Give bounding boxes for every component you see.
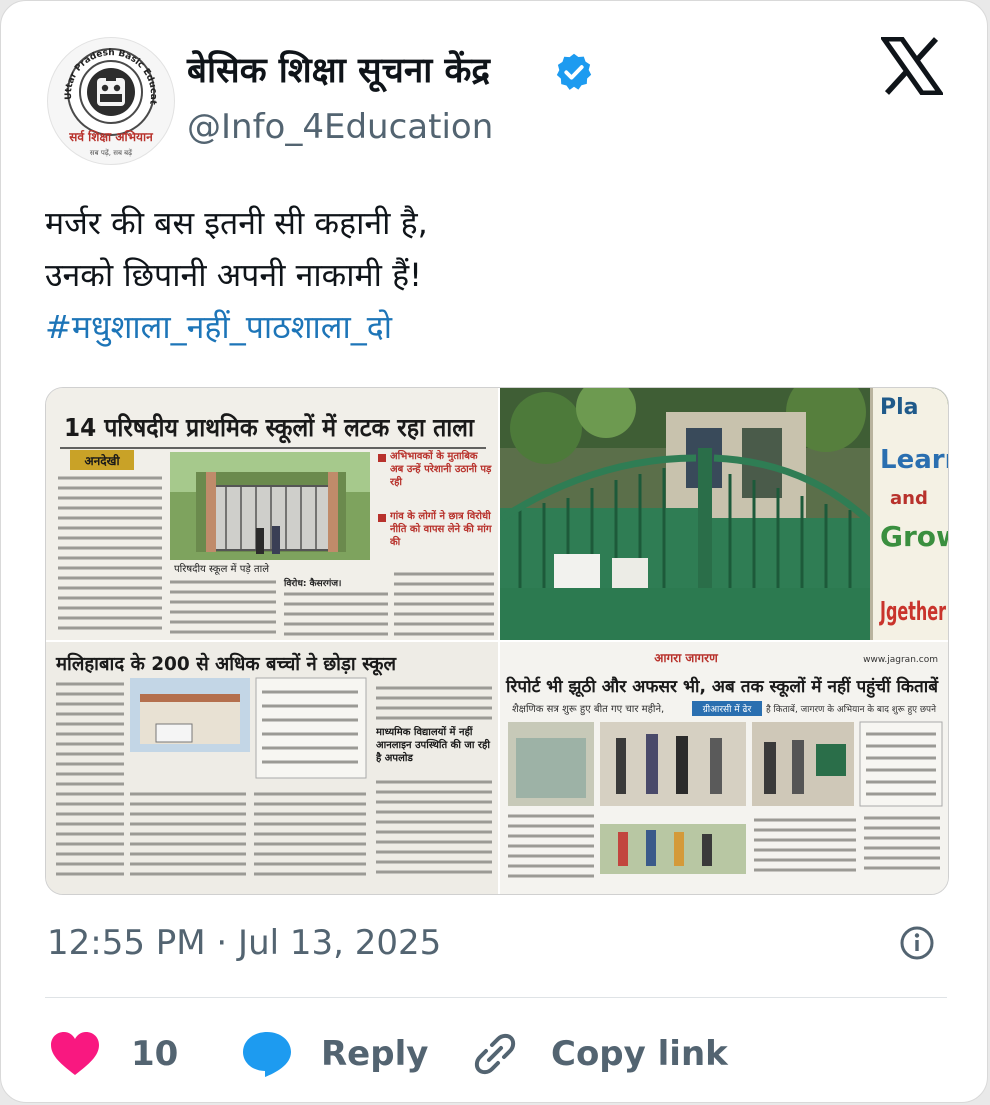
clip1-photo-caption: परिषदीय स्कूल में पड़े ताले: [174, 563, 269, 575]
newspaper-clip-1: 14 परिषदीय प्राथमिक स्कूलों में लटक रहा …: [46, 388, 498, 640]
account-handle[interactable]: @Info_4Education: [187, 105, 493, 149]
newspaper-clip-2: मलिहाबाद के 200 से अधिक बच्चों ने छोड़ा …: [46, 642, 498, 894]
verified-badge-icon: [556, 53, 592, 90]
media-collage-graphic: 14 परिषदीय प्राथमिक स्कूलों में लटक रहा …: [46, 388, 948, 894]
reply-button[interactable]: Reply: [241, 1019, 428, 1089]
tweet-line-1: मर्जर की बस इतनी सी कहानी है,: [45, 204, 428, 242]
newspaper-clip-3: आगरा जागरण www.jagran.com रिपोर्ट भी झूठ…: [500, 642, 948, 894]
display-name[interactable]: बेसिक शिक्षा सूचना केंद्र: [187, 47, 490, 95]
tweet-timestamp[interactable]: 12:55 PM · Jul 13, 2025: [47, 917, 441, 969]
avatar-caption: सर्व शिक्षा अभियान: [68, 130, 154, 144]
board-logo: Uttar Pradesh Basic Education Board सर्व…: [48, 38, 158, 157]
wall-word-5: Jgether: [879, 597, 946, 627]
tweet-card: Uttar Pradesh Basic Education Board सर्व…: [0, 0, 988, 1103]
divider: [45, 997, 947, 998]
clip3-site: www.jagran.com: [863, 655, 938, 665]
reply-bubble-icon: [243, 1032, 291, 1077]
clip1-bullet-1: अभिभावकों के मुताबिक अब उन्हें परेशानी उ…: [390, 451, 492, 488]
clip1-bullet-2: गांव के लोगों ने छात्र विरोधी नीति को वा…: [390, 511, 492, 548]
clip3-masthead: आगरा जागरण: [654, 651, 719, 665]
wall-word-3: and: [890, 488, 928, 509]
x-logo-icon[interactable]: [881, 37, 943, 95]
wall-word-2: Learn: [880, 445, 948, 475]
heart-icon: [51, 1032, 99, 1075]
wall-word-4: Grow: [880, 520, 948, 553]
reply-label: Reply: [321, 1034, 429, 1074]
avatar-motto: सब पढ़ें, सब बढ़ें: [90, 148, 133, 157]
tweet-text: मर्जर की बस इतनी सी कहानी है, उनको छिपान…: [45, 197, 945, 353]
wall-word-1: Pla: [880, 395, 919, 420]
copy-link-button[interactable]: Copy link: [471, 1019, 728, 1089]
action-bar: 10 Reply Copy link: [1, 1019, 989, 1089]
like-count: 10: [131, 1034, 179, 1074]
clip2-headline: मलिहाबाद के 200 से अधिक बच्चों ने छोड़ा …: [55, 652, 397, 676]
clip1-headline: 14 परिषदीय प्राथमिक स्कूलों में लटक रहा …: [64, 413, 475, 444]
account-avatar[interactable]: Uttar Pradesh Basic Education Board सर्व…: [47, 37, 175, 165]
clip3-subline: शैक्षणिक सत्र शुरू हुए बीत गए चार महीने,: [512, 703, 664, 716]
clip1-tag: अनदेखी: [84, 454, 120, 468]
clip1-subheading: विरोध: कैसरगंज।: [283, 577, 341, 589]
clip3-badge: ग्रीआरसी में ढेर: [703, 703, 752, 715]
school-gate-photo: Pla Learn and Grow Jgether: [500, 388, 948, 640]
clip2-subheading: माध्यमिक विद्यालयों में नहीं आनलाइन उपस्…: [376, 727, 490, 764]
hashtag-link[interactable]: #मधुशाला_नहीं_पाठशाला_दो: [45, 301, 945, 353]
tweet-line-2: उनको छिपानी अपनी नाकामी हैं!: [45, 256, 422, 294]
media-collage[interactable]: 14 परिषदीय प्राथमिक स्कूलों में लटक रहा …: [45, 387, 949, 895]
link-icon: [474, 1033, 516, 1075]
clip3-headline: रिपोर्ट भी झूठी और अफसर भी, अब तक स्कूलो…: [505, 676, 939, 698]
copy-link-label: Copy link: [551, 1034, 728, 1074]
clip3-subline-2: है किताबें, जागरण के अभियान के बाद शुरू …: [766, 703, 937, 715]
info-icon[interactable]: [899, 925, 935, 961]
like-button[interactable]: 10: [49, 1019, 178, 1089]
